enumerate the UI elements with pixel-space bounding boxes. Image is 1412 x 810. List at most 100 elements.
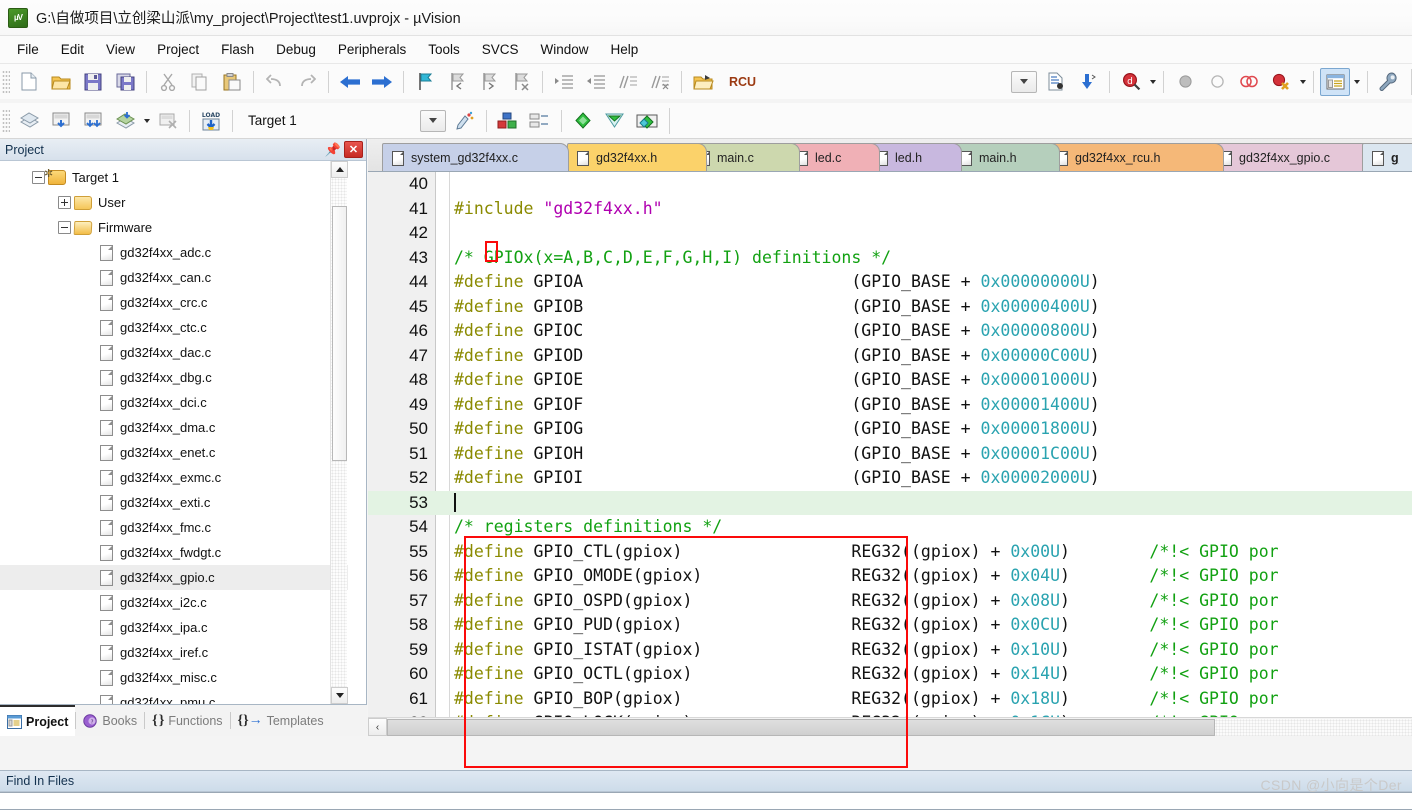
- uncomment-icon[interactable]: [645, 68, 675, 96]
- copy-icon[interactable]: [185, 68, 215, 96]
- find-in-files-icon[interactable]: d: [1116, 68, 1146, 96]
- tree-item-gd32f4xx-pmu-c[interactable]: gd32f4xx_pmu.c: [0, 690, 348, 704]
- editor-horizontal-scrollbar[interactable]: ‹: [368, 717, 1412, 736]
- undo-icon[interactable]: [260, 68, 290, 96]
- tree-item-target-1[interactable]: Target 1: [0, 165, 348, 190]
- rebuild-icon[interactable]: [78, 107, 108, 135]
- code-line[interactable]: 41 #include "gd32f4xx.h": [368, 197, 1412, 222]
- tree-item-gd32f4xx-gpio-c[interactable]: gd32f4xx_gpio.c: [0, 565, 348, 590]
- code-line[interactable]: 47 #define GPIOD (GPIO_BASE + 0x00000C00U…: [368, 344, 1412, 369]
- tree-item-gd32f4xx-i2c-c[interactable]: gd32f4xx_i2c.c: [0, 590, 348, 615]
- expand-plus-icon[interactable]: [58, 196, 71, 209]
- code-line[interactable]: 49 #define GPIOF (GPIO_BASE + 0x00001400U…: [368, 393, 1412, 418]
- tree-item-gd32f4xx-ctc-c[interactable]: gd32f4xx_ctc.c: [0, 315, 348, 340]
- panel-tab-books[interactable]: ? Books: [76, 705, 144, 736]
- tree-item-gd32f4xx-crc-c[interactable]: gd32f4xx_crc.c: [0, 290, 348, 315]
- tree-item-gd32f4xx-can-c[interactable]: gd32f4xx_can.c: [0, 265, 348, 290]
- find-dropdown-caret-icon[interactable]: [1147, 68, 1158, 96]
- svcs-icon[interactable]: [600, 107, 630, 135]
- find-in-files-results[interactable]: [0, 792, 1412, 810]
- menu-item-view[interactable]: View: [95, 39, 146, 60]
- editor-tab-gd32f4xx-gpio-c[interactable]: gd32f4xx_gpio.c: [1210, 143, 1374, 171]
- indent-icon[interactable]: [549, 68, 579, 96]
- download-icon[interactable]: LOAD: [196, 107, 226, 135]
- target-options-icon[interactable]: [450, 107, 480, 135]
- multi-project-icon[interactable]: [632, 107, 662, 135]
- save-icon[interactable]: [78, 68, 108, 96]
- prev-bookmark-icon[interactable]: [442, 68, 472, 96]
- code-line[interactable]: 55 #define GPIO_CTL(gpiox) REG32((gpiox) …: [368, 540, 1412, 565]
- code-editor[interactable]: 40 41 #include "gd32f4xx.h" 42 43 /* GPIOx(x=…: [368, 172, 1412, 736]
- translate-icon[interactable]: [14, 107, 44, 135]
- code-content[interactable]: 40 41 #include "gd32f4xx.h" 42 43 /* GPIOx(x=…: [368, 172, 1412, 736]
- navigate-back-icon[interactable]: [335, 68, 365, 96]
- editor-tab-led-c[interactable]: led.c: [786, 143, 880, 171]
- menu-item-debug[interactable]: Debug: [265, 39, 327, 60]
- code-line[interactable]: 51 #define GPIOH (GPIO_BASE + 0x00001C00U…: [368, 442, 1412, 467]
- tree-item-gd32f4xx-adc-c[interactable]: gd32f4xx_adc.c: [0, 240, 348, 265]
- collapse-minus-icon[interactable]: [58, 221, 71, 234]
- kill-breakpoints-icon[interactable]: [1266, 68, 1296, 96]
- code-line[interactable]: 52 #define GPIOI (GPIO_BASE + 0x00002000U…: [368, 466, 1412, 491]
- hscrollbar-thumb[interactable]: [387, 718, 1215, 736]
- code-line[interactable]: 54 /* registers definitions */: [368, 515, 1412, 540]
- editor-tab-gd32f4xx-rcu-h[interactable]: gd32f4xx_rcu.h: [1046, 143, 1224, 171]
- tree-item-gd32f4xx-ipa-c[interactable]: gd32f4xx_ipa.c: [0, 615, 348, 640]
- breakpoint-empty-icon[interactable]: [1202, 68, 1232, 96]
- panel-tab-project[interactable]: Project: [0, 705, 76, 736]
- tree-item-firmware[interactable]: Firmware: [0, 215, 348, 240]
- code-line[interactable]: 42: [368, 221, 1412, 246]
- code-line[interactable]: 53: [368, 490, 1412, 515]
- outdent-icon[interactable]: [581, 68, 611, 96]
- project-window-icon[interactable]: [1320, 67, 1350, 96]
- code-line[interactable]: 56 #define GPIO_OMODE(gpiox) REG32((gpiox…: [368, 564, 1412, 589]
- panel-tab-functions[interactable]: { } Functions: [145, 705, 229, 736]
- clear-bookmarks-icon[interactable]: [506, 68, 536, 96]
- file-properties-icon[interactable]: [1041, 68, 1071, 96]
- project-tree-scrollbar[interactable]: [330, 161, 348, 704]
- code-line[interactable]: 57 #define GPIO_OSPD(gpiox) REG32((gpiox)…: [368, 589, 1412, 614]
- scroll-left-arrow-icon[interactable]: ‹: [368, 718, 387, 736]
- batch-build-caret-icon[interactable]: [141, 107, 152, 135]
- tree-item-gd32f4xx-exti-c[interactable]: gd32f4xx_exti.c: [0, 490, 348, 515]
- code-line[interactable]: 60 #define GPIO_OCTL(gpiox) REG32((gpiox)…: [368, 662, 1412, 687]
- cut-icon[interactable]: [153, 68, 183, 96]
- manage-project-items-icon[interactable]: [493, 107, 523, 135]
- code-line[interactable]: 50 #define GPIOG (GPIO_BASE + 0x00001800U…: [368, 417, 1412, 442]
- open-file-under-cursor-icon[interactable]: [688, 68, 718, 96]
- configure-wrench-icon[interactable]: [1374, 68, 1404, 96]
- insert-icon[interactable]: [1073, 68, 1103, 96]
- scroll-up-arrow-icon[interactable]: [331, 161, 348, 178]
- menu-item-peripherals[interactable]: Peripherals: [327, 39, 417, 60]
- code-line[interactable]: 46 #define GPIOC (GPIO_BASE + 0x00000800U…: [368, 319, 1412, 344]
- close-icon[interactable]: ✕: [344, 141, 363, 158]
- open-file-icon[interactable]: [46, 68, 76, 96]
- code-line[interactable]: 59 #define GPIO_ISTAT(gpiox) REG32((gpiox…: [368, 638, 1412, 663]
- tree-item-gd32f4xx-misc-c[interactable]: gd32f4xx_misc.c: [0, 665, 348, 690]
- menu-item-file[interactable]: File: [6, 39, 50, 60]
- pack-installer-icon[interactable]: [568, 107, 598, 135]
- pin-icon[interactable]: 📌: [324, 141, 342, 159]
- tree-item-gd32f4xx-iref-c[interactable]: gd32f4xx_iref.c: [0, 640, 348, 665]
- target-dropdown-icon[interactable]: [419, 109, 446, 132]
- hscrollbar-track[interactable]: [1215, 718, 1412, 736]
- stop-build-icon[interactable]: [153, 107, 183, 135]
- window-dropdown-caret-icon[interactable]: [1351, 68, 1362, 96]
- tree-item-gd32f4xx-dbg-c[interactable]: gd32f4xx_dbg.c: [0, 365, 348, 390]
- tree-item-gd32f4xx-fmc-c[interactable]: gd32f4xx_fmc.c: [0, 515, 348, 540]
- new-file-icon[interactable]: [14, 68, 44, 96]
- target-selector[interactable]: Target 1: [238, 113, 307, 128]
- menu-item-flash[interactable]: Flash: [210, 39, 265, 60]
- code-line[interactable]: 61 #define GPIO_BOP(gpiox) REG32((gpiox) …: [368, 687, 1412, 712]
- redo-icon[interactable]: [292, 68, 322, 96]
- menu-item-window[interactable]: Window: [529, 39, 599, 60]
- toolbar-grip[interactable]: [2, 108, 10, 133]
- menu-item-svcs[interactable]: SVCS: [471, 39, 530, 60]
- tree-item-gd32f4xx-dma-c[interactable]: gd32f4xx_dma.c: [0, 415, 348, 440]
- tree-item-gd32f4xx-enet-c[interactable]: gd32f4xx_enet.c: [0, 440, 348, 465]
- tree-item-gd32f4xx-fwdgt-c[interactable]: gd32f4xx_fwdgt.c: [0, 540, 348, 565]
- disable-breakpoint-icon[interactable]: [1234, 68, 1264, 96]
- editor-tab-led-h[interactable]: led.h: [866, 143, 962, 171]
- scroll-down-arrow-icon[interactable]: [331, 687, 348, 704]
- save-all-icon[interactable]: [110, 68, 140, 96]
